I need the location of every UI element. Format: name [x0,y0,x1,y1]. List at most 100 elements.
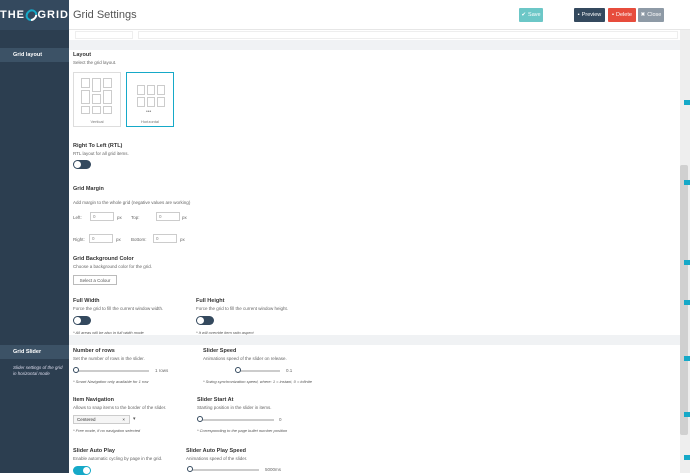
rows-desc: Set the number of rows in the slider. [73,356,145,361]
full-height-desc: Force the grid to fill the current windo… [196,306,289,311]
autoplay-toggle[interactable] [73,466,91,475]
edge-marker [684,356,690,361]
settings-sidebar [0,30,69,473]
margin-bottom-input[interactable]: 0 [153,234,177,243]
grid-cell [103,106,112,114]
margin-left-input[interactable]: 0 [90,212,114,221]
autoplay-speed-slider-handle[interactable] [187,466,193,472]
clear-icon[interactable]: × [122,417,125,422]
item-nav-desc: Allows to snap items to the border of th… [73,405,167,410]
grid-cell [92,106,101,114]
save-button[interactable]: ✔ Save [519,8,543,22]
full-width-label: Full Width [73,298,100,304]
start-at-slider[interactable] [199,419,274,421]
grid-bg-desc: Choose a background color for the grid. [73,264,153,269]
grid-cell [92,78,101,92]
layout-label: Layout [73,52,92,58]
margin-top-label: Top: [131,215,140,220]
margin-top-input[interactable]: 0 [156,212,180,221]
sidebar-label-grid-layout: Grid layout [13,52,43,58]
start-at-desc: Starting position in the slider in items… [197,405,272,410]
layout-option-label: Vertical [90,119,104,124]
item-nav-select[interactable]: Centered × [73,415,130,424]
logo-text-left: THE [0,9,25,21]
delete-button[interactable]: ▪ Delete [608,8,636,22]
layout-option-vertical[interactable]: Vertical [73,72,121,127]
rtl-toggle[interactable] [73,160,91,169]
full-width-desc: Force the grid to fill the current windo… [73,306,164,311]
grid-margin-desc: Add margin to the whole grid (negative v… [73,200,191,205]
check-icon: ✔ [521,12,527,18]
start-at-note: * Corresponding to the page bullet numbe… [197,428,288,433]
full-height-note: * It will override item ratio aspect [196,330,254,335]
autoplay-speed-desc: Animations speed of the slider. [186,456,248,461]
speed-slider-handle[interactable] [235,367,241,373]
speed-note: * Swing synchronization speed, where: 1 … [203,379,312,384]
unit-label: px [117,215,122,220]
autoplay-speed-label: Slider Auto Play Speed [186,448,247,454]
slider-speed-label: Slider Speed [203,348,237,354]
sidebar-spacer [0,30,69,44]
speed-value: 0.1 [286,368,293,373]
grid-cell [137,85,145,95]
item-nav-label: Item Navigation [73,397,114,403]
section-separator [69,335,680,345]
edge-marker [684,455,690,460]
item-nav-note: * Free mode, if no navigation selected [73,428,141,433]
grid-cell [147,97,155,107]
layout-option-horizontal[interactable]: ••• Horizontal [126,72,174,127]
start-at-value: 0 [279,417,282,422]
autoplay-speed-slider[interactable] [189,469,259,471]
autoplay-label: Slider Auto Play [73,448,115,454]
grid-cell [103,78,112,88]
grid-cell [81,78,90,88]
rows-slider[interactable] [74,370,149,372]
grid-bg-label: Grid Background Color [73,256,134,262]
start-at-slider-handle[interactable] [197,416,203,422]
grid-cell [147,85,155,95]
full-width-note: * All areas will be also in full width m… [73,330,144,335]
autoplay-speed-value: 5000ms [265,467,282,472]
grid-cell [103,90,112,104]
unit-label: px [182,215,187,220]
rows-slider-handle[interactable] [73,367,79,373]
edge-marker [684,180,690,185]
autoplay-desc: Enable automatic cycling by page in the … [73,456,163,461]
grid-cell [81,106,90,114]
preview-icon: ▪ [577,12,580,18]
full-height-toggle[interactable] [196,316,214,325]
previous-field [138,31,678,39]
sidebar-subtitle-grid-slider: Slider settings of the grid in horizonta… [13,365,63,376]
close-button[interactable]: ✖ Close [638,8,664,22]
edge-marker [684,300,690,305]
unit-label: px [180,237,185,242]
rows-label: Number of rows [73,348,115,354]
layout-option-label: Horizontal [140,119,159,124]
edge-marker [684,100,690,105]
close-icon: ✖ [640,12,646,18]
page-title: Grid Settings [73,9,137,21]
rows-note: * Smart Navigation only available for 1 … [73,379,149,384]
margin-left-label: Left: [73,215,82,220]
rtl-label: Right To Left (RTL) [73,143,123,149]
margin-right-input[interactable]: 0 [89,234,113,243]
grid-cell [137,97,145,107]
full-height-label: Full Height [196,298,225,304]
trash-icon: ▪ [612,12,615,18]
sidebar-label-grid-slider: Grid Slider [13,349,42,355]
slider-speed-desc: Animations speed of the slider on releas… [203,356,287,361]
section-separator [69,40,680,50]
rows-value: 1 rows [155,368,169,373]
full-width-toggle[interactable] [73,316,91,325]
speed-slider[interactable] [236,370,280,372]
grid-cell [81,90,90,104]
chevron-down-icon[interactable]: ▾ [133,416,136,422]
pagination-dots-icon: ••• [146,109,152,115]
grid-cell [157,97,165,107]
top-bar: THE GRID Grid Settings ✔ Save ▪ Preview ▪ D… [0,0,690,30]
preview-button[interactable]: ▪ Preview [574,8,605,22]
logo-text-right: GRID [37,9,69,21]
select-colour-button[interactable]: Select a Colour [73,275,117,285]
unit-label: px [116,237,121,242]
start-at-label: Slider Start At [197,397,234,403]
